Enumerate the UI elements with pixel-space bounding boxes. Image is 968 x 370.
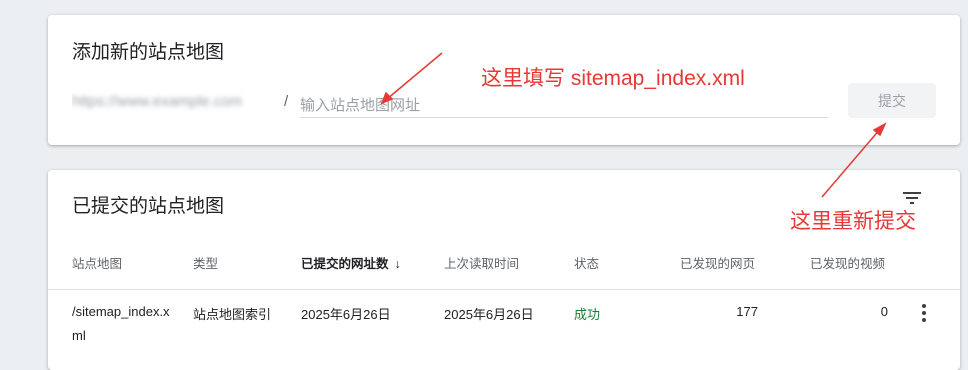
submitted-sitemaps-title: 已提交的站点地图 [72,196,225,217]
add-sitemap-title: 添加新的站点地图 [72,42,225,63]
annotation-resubmit-here: 这里重新提交 [790,210,916,233]
cell-type: 站点地图索引 [193,307,272,322]
sitemap-url-input[interactable] [300,95,828,118]
column-header-sitemap[interactable]: 站点地图 [72,253,122,272]
submit-button[interactable]: 提交 [848,83,936,118]
sort-down-icon: ↓ [394,257,401,271]
column-header-submitted[interactable]: 已提交的网址数 ↓ [301,253,401,272]
cell-sitemap: /sitemap_index.xml [72,304,170,343]
more-vert-icon[interactable] [912,301,936,325]
cell-videos: 0 [880,304,888,319]
column-header-videos[interactable]: 已发现的视频 [810,253,885,272]
column-header-pages[interactable]: 已发现的网页 [680,253,755,272]
submitted-sitemaps-card: 已提交的站点地图 站点地图 类型 已提交的网址数 ↓ 上次读取时间 状态 已发现的… [48,170,960,370]
header-divider [48,289,960,290]
cell-last-read: 2025年6月26日 [444,307,534,322]
annotation-fill-here: 这里填写 sitemap_index.xml [481,67,745,90]
url-prefix-domain: https://www.example.com [72,93,243,110]
cell-submitted: 2025年6月26日 [301,307,391,322]
cell-pages: 177 [736,304,758,319]
column-header-status[interactable]: 状态 [574,253,599,272]
url-prefix: https://www.example.com / [72,93,294,113]
url-prefix-slash: / [284,93,289,110]
cell-status: 成功 [574,307,601,322]
column-header-submitted-label: 已提交的网址数 [301,257,389,271]
column-header-type[interactable]: 类型 [193,253,218,272]
column-header-last-read[interactable]: 上次读取时间 [444,253,519,272]
